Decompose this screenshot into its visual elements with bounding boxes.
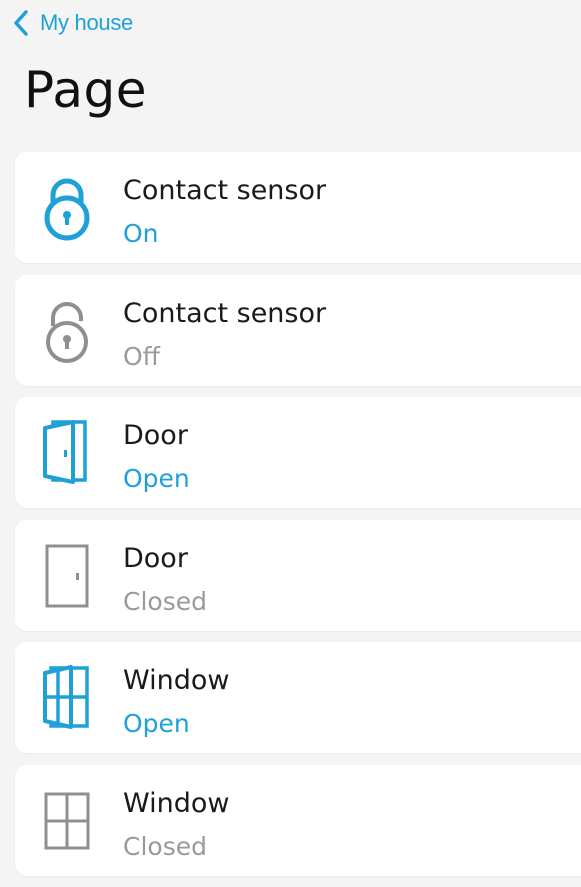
device-state: On — [123, 219, 159, 248]
window-closed-icon — [37, 787, 97, 855]
device-card[interactable]: Contact sensor Off — [15, 274, 581, 386]
window-open-icon — [37, 664, 97, 732]
device-card[interactable]: Door Closed — [15, 519, 581, 631]
back-label: My house — [40, 10, 133, 35]
device-name: Window — [123, 665, 230, 696]
device-card[interactable]: Contact sensor On — [15, 152, 581, 263]
device-name: Contact sensor — [123, 297, 327, 329]
device-state: Open — [123, 464, 190, 493]
door-open-icon — [37, 419, 97, 487]
device-state: Off — [123, 341, 160, 371]
back-button[interactable]: My house — [10, 8, 133, 38]
door-closed-icon — [37, 542, 97, 610]
device-card[interactable]: Door Open — [15, 397, 581, 508]
device-name: Door — [123, 420, 188, 451]
device-card[interactable]: Window Open — [15, 642, 581, 753]
lock-open-icon — [37, 297, 97, 365]
device-name: Contact sensor — [123, 175, 327, 206]
lock-closed-icon — [37, 174, 97, 242]
page-title: Page — [24, 61, 148, 119]
device-state: Closed — [123, 831, 207, 861]
device-card[interactable]: Window Closed — [15, 764, 581, 876]
device-name: Door — [123, 542, 188, 574]
chevron-left-icon — [10, 8, 32, 38]
device-name: Window — [123, 787, 230, 819]
device-list: Contact sensor On Contact sensor Off Doo… — [15, 152, 581, 887]
device-state: Closed — [123, 586, 207, 616]
device-state: Open — [123, 709, 190, 738]
